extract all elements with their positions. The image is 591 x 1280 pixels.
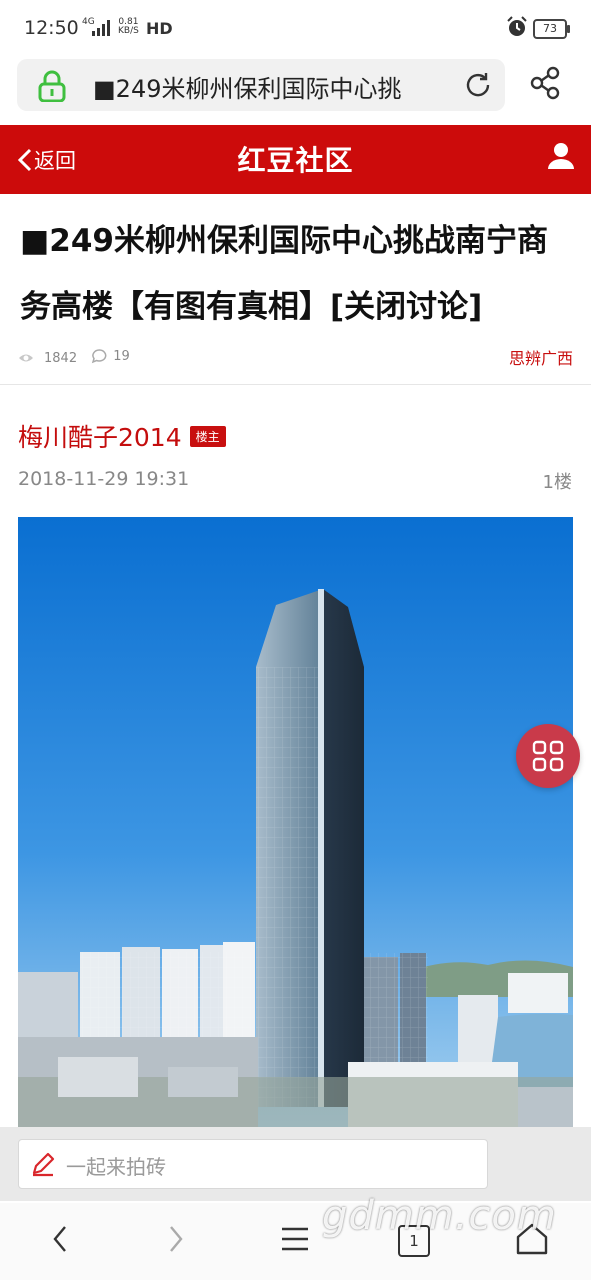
op-badge: 楼主 xyxy=(189,425,226,447)
author-name[interactable]: 梅川酷子2014 xyxy=(18,418,182,454)
status-bar: 12:50 4G 0.81 KB/S HD 73 xyxy=(0,0,591,56)
net-speed: 0.81 KB/S xyxy=(118,18,139,36)
app-header: 返回 红豆社区 xyxy=(0,125,591,194)
reply-bar: 一起来拍砖 xyxy=(0,1127,591,1201)
hd-indicator: HD xyxy=(146,19,173,38)
view-count-value: 1842 xyxy=(44,350,78,366)
reply-count-value: 19 xyxy=(113,348,130,364)
user-icon[interactable] xyxy=(546,141,576,171)
site-logo: 红豆社区 xyxy=(237,144,354,177)
battery-indicator: 73 xyxy=(533,19,570,39)
view-count: 1842 xyxy=(18,351,77,366)
pencil-icon xyxy=(32,1152,55,1177)
menu-icon[interactable] xyxy=(280,1221,310,1257)
signal-icon xyxy=(92,20,110,36)
post-photo[interactable] xyxy=(18,517,573,1127)
post-time: 2018-11-29 19:31 xyxy=(18,468,190,490)
floating-menu-button[interactable] xyxy=(516,724,580,788)
reply-count: 19 xyxy=(91,348,130,364)
share-icon[interactable] xyxy=(529,66,563,100)
thread-meta: 1842 19 思辨广西 xyxy=(18,348,573,370)
eye-icon xyxy=(19,354,33,362)
lock-icon xyxy=(38,70,66,102)
reload-icon[interactable] xyxy=(463,70,493,100)
watermark: gdmm.com xyxy=(322,1193,557,1239)
grid-menu-icon xyxy=(532,740,564,772)
reply-placeholder: 一起来拍砖 xyxy=(66,1155,166,1179)
comment-icon xyxy=(92,349,107,364)
main-tower xyxy=(256,589,364,1107)
address-bar[interactable]: ■249米柳州保利国际中心挑 xyxy=(17,59,505,111)
post-author[interactable]: 梅川酷子2014 楼主 xyxy=(18,418,226,454)
nav-back-icon[interactable] xyxy=(48,1221,72,1257)
thread-title: ■249米柳州保利国际中心挑战南宁商务高楼【有图有真相】[关闭讨论] xyxy=(20,223,548,325)
url-text[interactable]: ■249米柳州保利国际中心挑 xyxy=(93,69,433,104)
floor-number: 1楼 xyxy=(542,472,572,493)
divider xyxy=(0,384,591,385)
board-link[interactable]: 思辨广西 xyxy=(509,345,573,369)
nav-forward-icon[interactable] xyxy=(164,1221,188,1257)
reply-input[interactable]: 一起来拍砖 xyxy=(18,1139,488,1189)
alarm-icon xyxy=(507,16,527,36)
net-speed-unit: KB/S xyxy=(118,26,139,36)
status-time: 12:50 xyxy=(24,17,79,39)
